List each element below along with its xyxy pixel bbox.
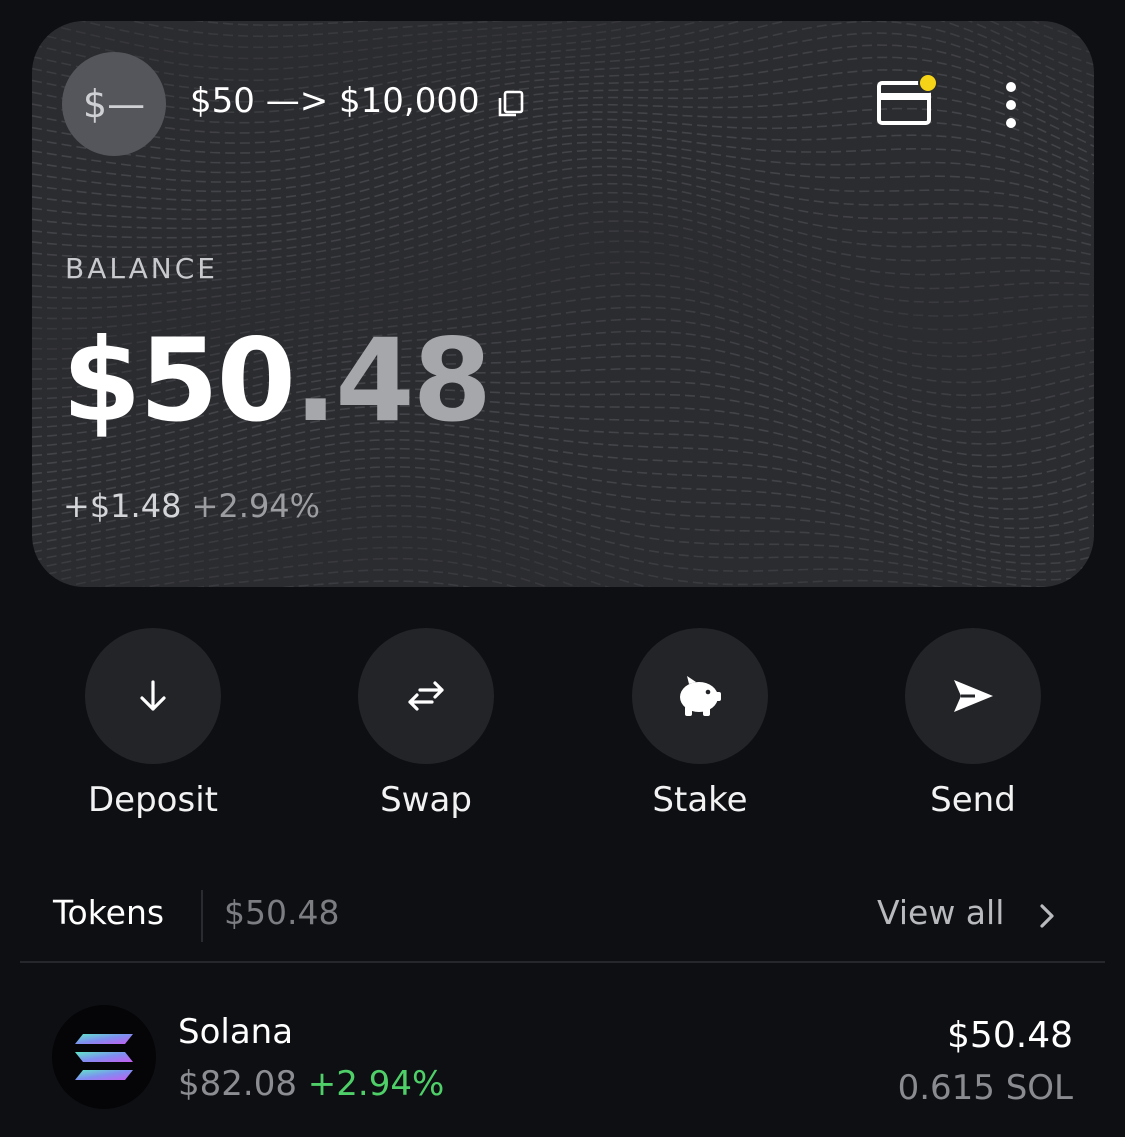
balance-amount: $50.48 (62, 324, 492, 438)
balance-change-abs: +$1.48 (63, 487, 182, 525)
balance-cents: .48 (293, 314, 492, 447)
send-icon (954, 680, 993, 712)
card-wave-line (193, 21, 379, 27)
wallet-name[interactable]: $50 —> $10,000 (190, 81, 480, 121)
balance-change-pct: +2.94% (191, 487, 321, 525)
card-wave-line (97, 546, 580, 587)
card-wave-line (32, 21, 1094, 71)
swap-action[interactable]: Swap (326, 628, 526, 828)
solana-logo-icon (52, 1005, 156, 1109)
card-wave-line (32, 133, 1094, 211)
stake-button[interactable] (632, 628, 768, 764)
send-action[interactable]: Send (873, 628, 1073, 828)
tokens-total: $50.48 (224, 893, 340, 932)
deposit-label: Deposit (88, 780, 218, 820)
card-wave-line (128, 21, 508, 38)
copy-icon[interactable] (496, 89, 526, 119)
stake-action[interactable]: Stake (600, 628, 800, 828)
card-wave-line (78, 21, 1094, 49)
notification-dot (918, 73, 938, 93)
wallet-card[interactable]: $— $50 —> $10,000 BALANCE $50.48 +$1.48 … (32, 21, 1094, 587)
card-wave-line (32, 21, 1094, 60)
token-row-solana[interactable]: Solana $82.08 +2.94% $50.48 0.615 SOL (0, 990, 1125, 1137)
chevron-right-icon[interactable] (1036, 902, 1058, 930)
piggy-bank-icon (680, 676, 721, 716)
balance-change: +$1.48 +2.94% (63, 487, 320, 525)
send-label: Send (930, 780, 1016, 820)
deposit-action[interactable]: Deposit (53, 628, 253, 828)
payment-card-icon[interactable] (875, 71, 941, 131)
wallet-home-screen: $— $50 —> $10,000 BALANCE $50.48 +$1.48 … (0, 0, 1125, 1137)
token-name: Solana (178, 1012, 294, 1052)
balance-label: BALANCE (65, 252, 218, 285)
token-price: $82.08 (178, 1064, 297, 1104)
tokens-separator (201, 890, 203, 942)
token-value: $50.48 (947, 1015, 1073, 1056)
swap-label: Swap (380, 780, 472, 820)
token-amount: 0.615 SOL (897, 1068, 1073, 1108)
wallet-avatar[interactable]: $— (62, 52, 166, 156)
card-wave-line (32, 141, 1094, 220)
token-price-line: $82.08 +2.94% (178, 1064, 444, 1104)
swap-arrows-icon (408, 681, 444, 711)
send-button[interactable] (905, 628, 1041, 764)
more-options-icon[interactable] (996, 79, 1026, 131)
deposit-button[interactable] (85, 628, 221, 764)
stake-label: Stake (652, 780, 748, 820)
avatar-text: $— (82, 82, 146, 126)
view-all-link[interactable]: View all (877, 893, 1004, 932)
card-wave-line (32, 514, 947, 587)
swap-button[interactable] (358, 628, 494, 764)
section-divider (20, 961, 1105, 963)
arrow-down-icon (140, 680, 166, 711)
balance-whole: $50 (62, 314, 296, 447)
token-change: +2.94% (307, 1064, 445, 1104)
tokens-title: Tokens (53, 893, 165, 932)
